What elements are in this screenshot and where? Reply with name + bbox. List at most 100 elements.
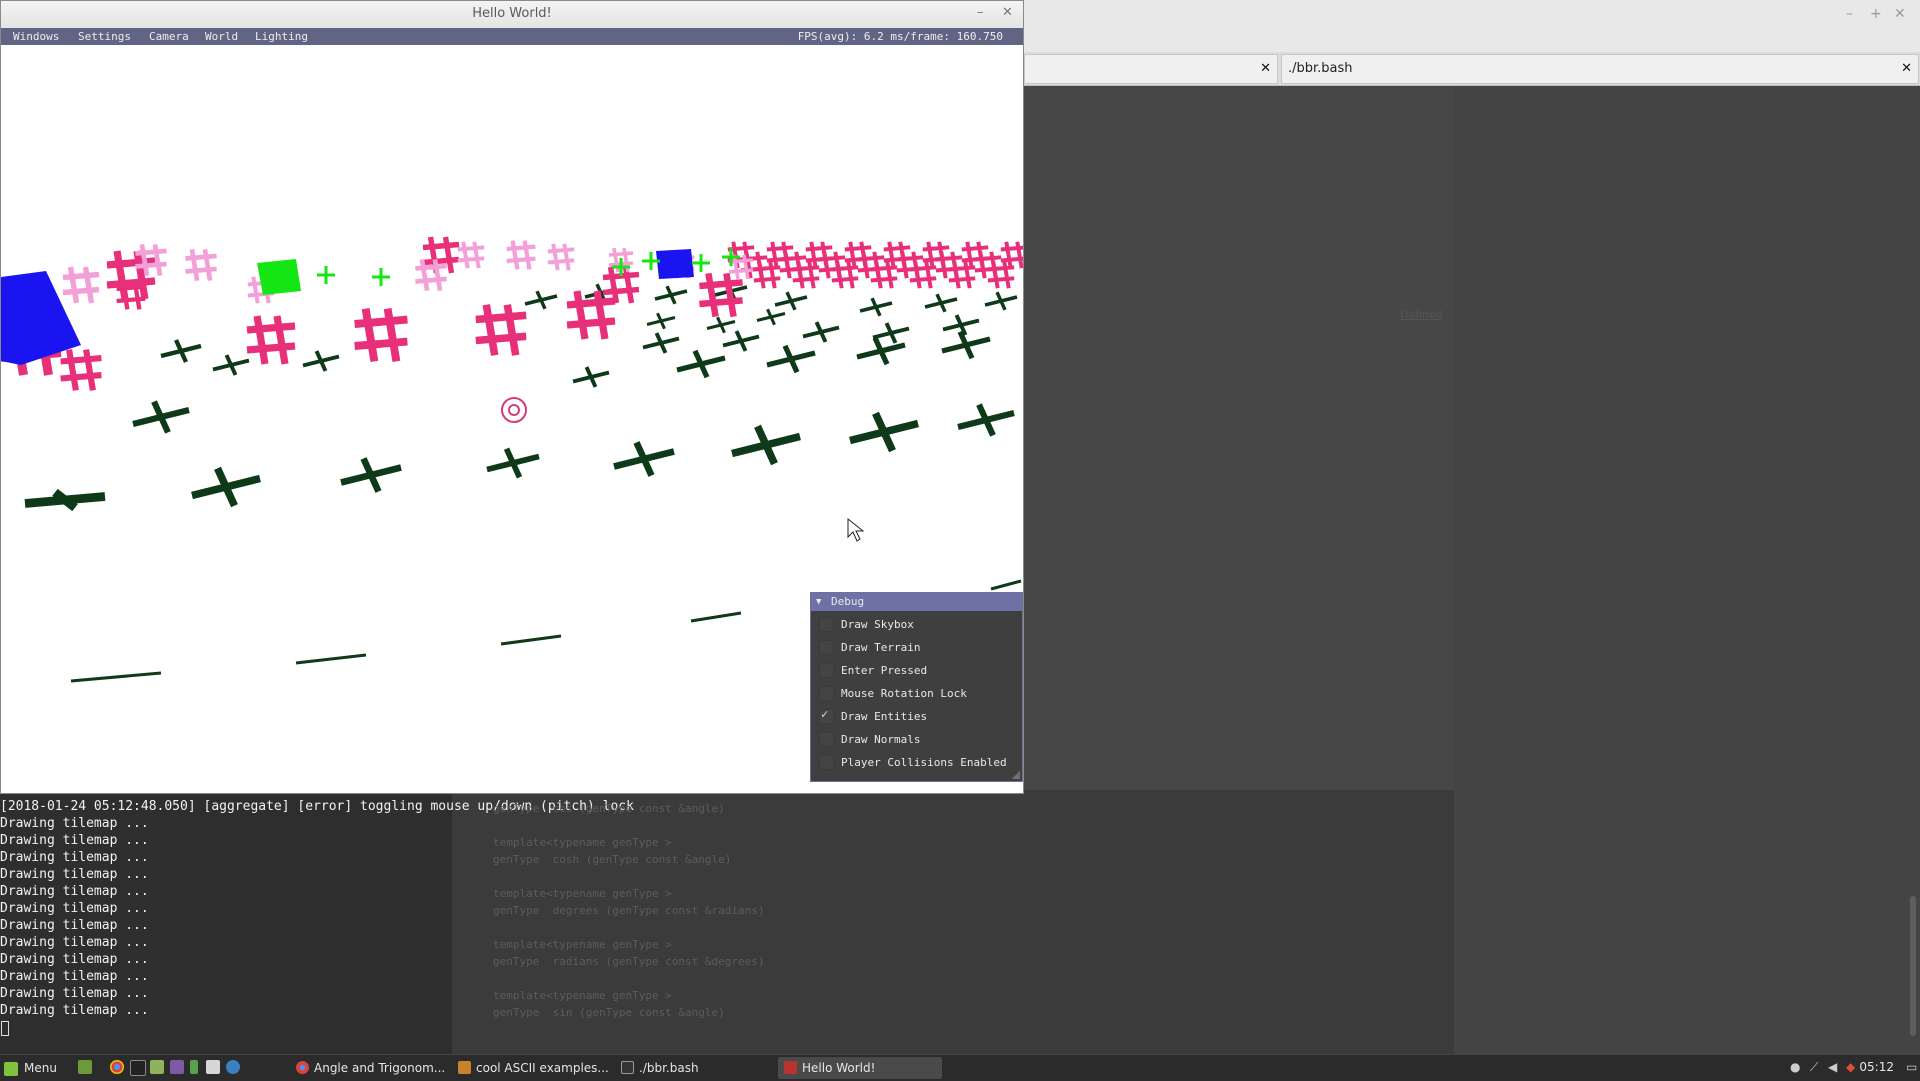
hash-glyph <box>251 276 260 304</box>
menu-windows[interactable]: Windows <box>13 28 59 45</box>
shield-icon[interactable]: ◆ <box>1846 1061 1858 1073</box>
mouse-cursor-icon <box>847 517 865 542</box>
hash-glyph <box>922 245 950 252</box>
task-hello-world[interactable]: Hello World! <box>778 1057 942 1079</box>
hash-glyph <box>1002 261 1011 289</box>
close-icon[interactable]: ✕ <box>1002 5 1013 20</box>
search-icon[interactable] <box>226 1060 240 1074</box>
hash-glyph <box>475 332 527 345</box>
code-snippet: genType cos (genType const &angle) templa… <box>493 800 993 1021</box>
crosshair-icon <box>508 404 520 416</box>
hash-glyph <box>779 255 807 262</box>
debug-option-draw-skybox[interactable]: Draw Skybox <box>811 615 1022 635</box>
debug-option-player-collisions-enabled[interactable]: Player Collisions Enabled <box>811 753 1022 773</box>
hash-glyph <box>354 315 408 328</box>
clock: 05:12 <box>1859 1060 1894 1074</box>
menu-lighting[interactable]: Lighting <box>255 28 308 45</box>
show-desktop-icon[interactable] <box>78 1060 92 1074</box>
app-icon <box>784 1061 797 1074</box>
close-tab-icon[interactable]: ✕ <box>1260 55 1271 83</box>
terminal-tab[interactable]: ✕ <box>1024 54 1278 84</box>
hash-glyph <box>482 304 499 356</box>
hash-glyph <box>1015 241 1023 269</box>
checkmark-icon: ✓ <box>821 707 829 721</box>
checkbox[interactable] <box>819 755 834 770</box>
hash-glyph <box>728 268 754 274</box>
battery-app-icon[interactable] <box>190 1060 198 1074</box>
flat-plus-glyph <box>70 671 162 683</box>
hash-glyph <box>506 256 536 264</box>
terminal-icon[interactable] <box>130 1060 146 1076</box>
checkbox[interactable] <box>819 640 834 655</box>
chrome-icon[interactable] <box>110 1060 124 1074</box>
menu-world[interactable]: World <box>205 28 238 45</box>
hash-glyph <box>415 276 447 284</box>
defined-link[interactable]: Defined <box>1400 308 1443 321</box>
checkbox[interactable] <box>819 732 834 747</box>
hash-glyph <box>723 272 737 318</box>
debug-option-draw-entities[interactable]: ✓ Draw Entities <box>811 707 1022 727</box>
flat-plus-glyph <box>295 653 367 665</box>
fps-readout: FPS(avg): 6.2 ms/frame: 160.750 <box>797 30 1003 43</box>
file-manager-icon[interactable] <box>150 1060 164 1074</box>
task-terminal[interactable]: ./bbr.bash <box>615 1057 775 1079</box>
hash-glyph <box>705 272 719 318</box>
checkbox[interactable] <box>819 663 834 678</box>
code-line: template<typename genType > <box>493 887 672 900</box>
hash-glyph <box>822 251 831 279</box>
hash-glyph <box>805 245 833 252</box>
hash-glyph <box>846 261 855 289</box>
hash-glyph <box>66 349 79 391</box>
checkbox[interactable] <box>819 617 834 632</box>
resize-grip-icon[interactable] <box>1012 771 1020 779</box>
volume-icon[interactable]: ◀ <box>1828 1061 1840 1073</box>
task-image-viewer[interactable]: cool ASCII examples... <box>452 1057 612 1079</box>
hash-glyph <box>547 258 575 265</box>
hash-glyph <box>607 266 620 304</box>
hash-glyph <box>415 263 447 271</box>
debug-option-draw-terrain[interactable]: Draw Terrain <box>811 638 1022 658</box>
game-window-titlebar[interactable]: Hello World! – ✕ <box>1 1 1023 29</box>
hash-glyph <box>961 245 989 252</box>
hash-glyph <box>62 286 100 296</box>
close-tab-icon[interactable]: ✕ <box>1901 55 1912 83</box>
user-icon[interactable]: ● <box>1790 1061 1802 1073</box>
system-tray: ● ⟋ ◀ ◆ 05:12 ▭ <box>1790 1055 1920 1081</box>
hash-glyph <box>185 266 217 274</box>
menu-settings[interactable]: Settings <box>78 28 131 45</box>
media-app-icon[interactable] <box>170 1060 184 1074</box>
terminal-tab-bbr[interactable]: ./bbr.bash ✕ <box>1281 54 1919 84</box>
task-chrome[interactable]: Angle and Trigonom... <box>290 1057 450 1079</box>
collapse-triangle-icon[interactable]: ▼ <box>816 593 821 611</box>
minimize-icon[interactable]: – <box>1846 6 1853 22</box>
game-menu-bar: Windows Settings Camera World Lighting F… <box>1 28 1023 45</box>
close-icon[interactable]: ✕ <box>1894 6 1906 22</box>
minimize-icon[interactable]: – <box>977 5 984 20</box>
scrollbar-thumb[interactable] <box>1910 896 1916 1036</box>
debug-panel-header[interactable]: ▼ Debug <box>811 593 1022 611</box>
code-line: genType sin (genType const &angle) <box>493 1006 725 1019</box>
hash-glyph <box>987 276 1015 283</box>
text-editor-icon[interactable] <box>206 1060 220 1074</box>
network-icon[interactable]: ⟋ <box>1810 1061 1822 1073</box>
debug-option-mouse-rotation-lock[interactable]: Mouse Rotation Lock <box>811 684 1022 704</box>
code-line: template<typename genType > <box>493 989 672 1002</box>
start-menu-button[interactable]: Menu <box>4 1059 57 1077</box>
task-label: ./bbr.bash <box>639 1061 699 1075</box>
window-title: Hello World! <box>472 6 552 21</box>
checkbox[interactable] <box>819 686 834 701</box>
code-line: template<typename genType > <box>493 938 672 951</box>
hash-glyph <box>116 296 146 304</box>
terminal-cursor <box>1 1021 9 1036</box>
notifications-icon[interactable]: ▭ <box>1906 1061 1918 1073</box>
debug-option-label: Draw Normals <box>841 733 921 746</box>
menu-camera[interactable]: Camera <box>149 28 189 45</box>
code-line: genType cos (genType const &angle) <box>493 802 725 815</box>
debug-option-draw-normals[interactable]: Draw Normals <box>811 730 1022 750</box>
hash-glyph <box>757 261 766 289</box>
debug-panel[interactable]: ▼ Debug Draw Skybox Draw Terrain Enter Pre… <box>810 592 1023 782</box>
debug-option-enter-pressed[interactable]: Enter Pressed <box>811 661 1022 681</box>
debug-panel-title: Debug <box>831 595 865 608</box>
maximize-icon[interactable]: + <box>1870 6 1882 22</box>
